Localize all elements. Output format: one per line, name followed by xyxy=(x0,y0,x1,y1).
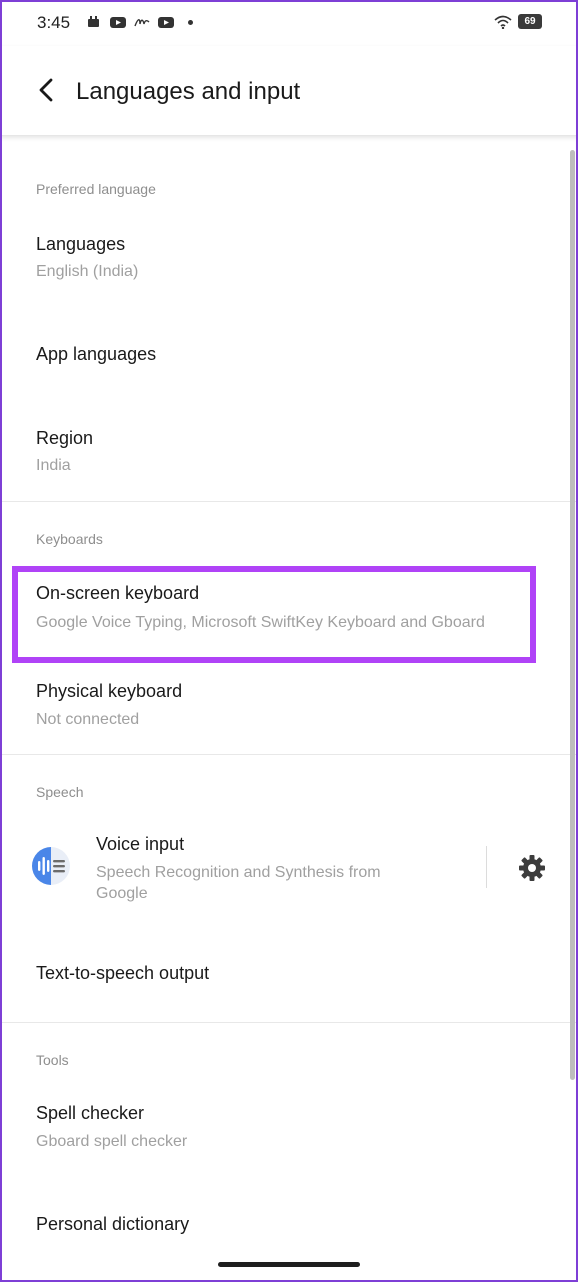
vertical-separator xyxy=(486,846,487,888)
region-subtitle: India xyxy=(36,457,71,474)
back-arrow-icon xyxy=(39,78,53,102)
notification-icon xyxy=(88,16,99,27)
section-header-tools: Tools xyxy=(36,1052,69,1068)
voice-input-subtitle-line2: Google xyxy=(96,885,148,902)
physical-keyboard-item[interactable]: Physical keyboard Not connected xyxy=(0,664,578,750)
physical-keyboard-subtitle: Not connected xyxy=(36,711,140,728)
section-divider xyxy=(0,754,578,755)
section-header-speech: Speech xyxy=(36,784,84,800)
voice-input-item[interactable]: Voice input Speech Recognition and Synth… xyxy=(0,818,480,918)
back-button[interactable] xyxy=(30,74,62,106)
voice-input-subtitle-line1: Speech Recognition and Synthesis from xyxy=(96,864,381,881)
status-system-icons: 69 xyxy=(494,14,542,29)
languages-item[interactable]: Languages English (India) xyxy=(0,212,578,302)
text-to-speech-item[interactable]: Text-to-speech output xyxy=(0,936,578,1016)
personal-dictionary-item[interactable]: Personal dictionary xyxy=(0,1190,578,1250)
section-divider xyxy=(0,1022,578,1023)
highlight-box xyxy=(12,566,536,663)
home-indicator[interactable] xyxy=(218,1262,360,1267)
status-time: 3:45 xyxy=(37,13,71,32)
youtube-icon xyxy=(158,17,174,28)
section-header-keyboards: Keyboards xyxy=(36,531,103,547)
wifi-icon xyxy=(494,15,512,29)
signature-icon xyxy=(134,19,150,27)
dot-icon xyxy=(188,20,193,25)
app-bar: Languages and input xyxy=(0,46,578,136)
app-languages-item[interactable]: App languages xyxy=(0,310,578,400)
languages-subtitle: English (India) xyxy=(36,263,139,280)
gear-icon[interactable] xyxy=(518,854,546,882)
status-bar: 3:45 69 xyxy=(0,0,578,46)
battery-icon: 69 xyxy=(518,14,542,29)
region-item[interactable]: Region India xyxy=(0,406,578,498)
spell-checker-title: Spell checker xyxy=(36,1103,145,1123)
physical-keyboard-title: Physical keyboard xyxy=(36,681,183,701)
scrollbar[interactable] xyxy=(570,150,575,1080)
voice-input-title: Voice input xyxy=(96,834,185,854)
app-languages-title: App languages xyxy=(36,344,157,364)
status-notification-icons xyxy=(86,16,193,29)
google-voice-icon xyxy=(32,847,70,885)
region-title: Region xyxy=(36,428,94,448)
text-to-speech-title: Text-to-speech output xyxy=(36,963,210,983)
section-divider xyxy=(0,501,578,502)
youtube-icon xyxy=(110,17,126,28)
section-header-preferred-language: Preferred language xyxy=(36,181,156,197)
languages-title: Languages xyxy=(36,234,126,254)
page-title: Languages and input xyxy=(76,78,301,105)
spell-checker-subtitle: Gboard spell checker xyxy=(36,1133,188,1150)
spell-checker-item[interactable]: Spell checker Gboard spell checker xyxy=(0,1086,578,1174)
personal-dictionary-title: Personal dictionary xyxy=(36,1214,190,1234)
